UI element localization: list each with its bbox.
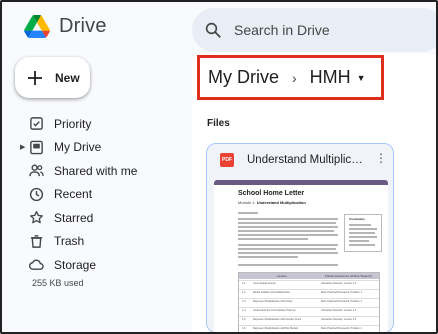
breadcrumb: My Drive › HMH ▼ xyxy=(197,55,384,100)
lesson-table: Lesson Family Resources (Online Support)… xyxy=(238,272,380,332)
table-cell-num: 1.5 xyxy=(242,318,246,321)
pdf-icon: PDF xyxy=(220,153,234,167)
table-cell-lesson: Represent Multiplication with Bar Models xyxy=(253,327,299,330)
breadcrumb-current-folder[interactable]: HMH xyxy=(310,67,351,88)
table-row: 1.1 Count Equal Groups Interactive Retea… xyxy=(239,280,379,286)
table-row: 1.5 Represent Multiplication with Number… xyxy=(239,316,379,322)
sidebar-item-label: My Drive xyxy=(54,140,102,155)
table-cell-num: 1.6 xyxy=(242,327,246,330)
file-name[interactable]: Understand Multiplicati... xyxy=(247,154,369,166)
cloud-icon xyxy=(28,257,44,273)
vocabulary-title: Vocabulary xyxy=(349,217,365,221)
text-line xyxy=(238,256,298,258)
table-cell-lesson: Represent Multiplication with Number Lin… xyxy=(253,318,302,321)
text-line xyxy=(349,236,377,238)
sidebar-item-trash[interactable]: Trash xyxy=(2,230,187,254)
table-cell-num: 1.1 xyxy=(242,282,246,285)
table-row: 1.3 Represent Multiplication with Arrays… xyxy=(239,298,379,304)
sidebar-item-label: Priority xyxy=(54,116,92,131)
text-line xyxy=(238,248,336,250)
file-card[interactable]: PDF Understand Multiplicati... ⋮ School … xyxy=(206,143,394,332)
my-drive-icon xyxy=(28,139,44,155)
plus-icon xyxy=(28,70,42,85)
sidebar-item-label: Recent xyxy=(54,187,93,202)
table-cell-resource: More Practice/Homework, Problem 1 xyxy=(321,291,362,294)
text-line xyxy=(349,224,371,226)
sidebar-item-storage[interactable]: Storage xyxy=(2,253,187,277)
text-line xyxy=(238,226,338,228)
text-line xyxy=(238,218,338,220)
sidebar-item-label: Storage xyxy=(54,257,97,272)
table-cell-resource: Interactive Reteach, Lesson 1.4 xyxy=(321,309,357,312)
sidebar-item-priority[interactable]: Priority xyxy=(2,112,187,136)
drive-logo[interactable]: Drive xyxy=(24,15,107,38)
sidebar-item-label: Trash xyxy=(54,234,85,249)
file-card-header: PDF Understand Multiplicati... ⋮ xyxy=(207,144,393,180)
table-cell-resource: Interactive Reteach, Lesson 1.5 xyxy=(321,318,357,321)
expand-caret-icon[interactable]: ▶ xyxy=(20,143,25,151)
thumbnail-module-name: Understand Multiplication xyxy=(256,200,306,205)
text-line xyxy=(238,238,308,240)
thumbnail-title: School Home Letter xyxy=(238,190,305,197)
text-line xyxy=(238,244,338,246)
table-row: 1.2 Relate Addition and Multiplication M… xyxy=(239,289,379,295)
table-cell-lesson: Understand the Commutative Property xyxy=(253,309,296,312)
sidebar-nav: Priority ▶ My Drive Shared with me Recen… xyxy=(2,112,187,277)
table-cell-lesson: Represent Multiplication with Arrays xyxy=(253,300,293,303)
text-line xyxy=(238,234,338,236)
search-icon[interactable] xyxy=(204,21,222,39)
text-line xyxy=(238,222,336,224)
star-icon xyxy=(28,210,44,226)
text-line xyxy=(238,252,338,254)
breadcrumb-root[interactable]: My Drive xyxy=(208,67,279,88)
table-cell-lesson: Count Equal Groups xyxy=(253,282,276,285)
text-line xyxy=(238,230,334,232)
files-section-label: Files xyxy=(207,118,230,129)
table-header-resources: Family Resources (Online Support) xyxy=(325,274,372,278)
table-cell-resource: Interactive Reteach, Lesson 1.1 xyxy=(321,282,357,285)
new-button-label: New xyxy=(55,70,80,85)
drive-logo-icon xyxy=(24,15,50,38)
table-row: 1.4 Understand the Commutative Property … xyxy=(239,307,379,313)
file-thumbnail[interactable]: School Home Letter Module 1: Understand … xyxy=(214,180,388,332)
trash-icon xyxy=(28,233,44,249)
table-cell-num: 1.4 xyxy=(242,309,246,312)
thumbnail-module-label: Module 1: xyxy=(238,200,256,205)
more-actions-icon[interactable]: ⋮ xyxy=(375,152,387,164)
table-cell-lesson: Relate Addition and Multiplication xyxy=(253,291,290,294)
vocabulary-box: Vocabulary xyxy=(344,214,382,252)
text-line xyxy=(349,240,369,242)
shared-icon xyxy=(28,163,44,179)
text-line xyxy=(238,264,338,266)
search-placeholder[interactable]: Search in Drive xyxy=(234,22,330,38)
table-header-lesson: Lesson xyxy=(277,274,287,278)
table-cell-num: 1.3 xyxy=(242,300,246,303)
table-cell-resource: More Practice/Homework, Problem 1 xyxy=(321,327,362,330)
app-name: Drive xyxy=(59,15,107,37)
thumbnail-header-bar xyxy=(214,180,388,185)
drive-window: Drive Search in Drive New Priority ▶ My … xyxy=(0,0,438,334)
search-bar[interactable]: Search in Drive xyxy=(192,8,436,52)
sidebar-item-label: Shared with me xyxy=(54,163,138,178)
sidebar-item-shared[interactable]: Shared with me xyxy=(2,159,187,183)
text-line xyxy=(349,244,375,246)
clock-icon xyxy=(28,186,44,202)
priority-icon xyxy=(28,116,44,132)
folder-menu-caret-icon[interactable]: ▼ xyxy=(357,73,366,83)
new-button[interactable]: New xyxy=(15,57,90,98)
storage-used-text: 255 KB used xyxy=(32,278,84,288)
thumbnail-module: Module 1: Understand Multiplication xyxy=(238,200,306,205)
table-row: 1.6 Represent Multiplication with Bar Mo… xyxy=(239,325,379,331)
sidebar-item-label: Starred xyxy=(54,210,94,225)
text-line xyxy=(349,228,377,230)
sidebar-item-starred[interactable]: Starred xyxy=(2,206,187,230)
text-line xyxy=(238,212,258,214)
sidebar-item-my-drive[interactable]: ▶ My Drive xyxy=(2,136,187,160)
table-cell-resource: More Practice/Homework, Problem 1 xyxy=(321,300,362,303)
text-line xyxy=(349,232,375,234)
sidebar-item-recent[interactable]: Recent xyxy=(2,183,187,207)
breadcrumb-separator: › xyxy=(292,69,297,86)
table-cell-num: 1.2 xyxy=(242,291,246,294)
lesson-table-header: Lesson Family Resources (Online Support) xyxy=(239,273,379,279)
